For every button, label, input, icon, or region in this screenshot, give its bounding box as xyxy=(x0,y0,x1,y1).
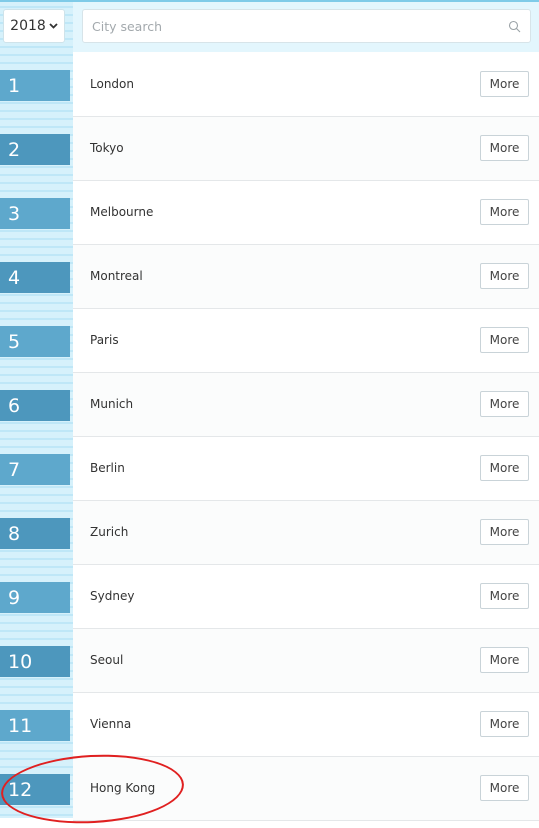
ranking-row: 7 Berlin More xyxy=(0,437,539,501)
ranking-row: 10 Seoul More xyxy=(0,629,539,693)
ranking-row: 3 Melbourne More xyxy=(0,181,539,245)
rank-badge: 6 xyxy=(0,390,70,421)
ranking-row: 5 Paris More xyxy=(0,309,539,373)
city-name: Munich xyxy=(90,397,134,411)
more-button[interactable]: More xyxy=(480,391,529,417)
ranking-row: 8 Zurich More xyxy=(0,501,539,565)
ranking-row-content: London More xyxy=(73,53,539,117)
ranking-row-content: Sydney More xyxy=(73,565,539,629)
rank-badge: 1 xyxy=(0,70,70,101)
rank-badge: 3 xyxy=(0,198,70,229)
ranking-row: 1 London More xyxy=(0,53,539,117)
ranking-row-content: Vienna More xyxy=(73,693,539,757)
city-name: Tokyo xyxy=(90,141,124,155)
year-value: 2018 xyxy=(10,18,46,34)
rank-badge: 5 xyxy=(0,326,70,357)
city-name: Berlin xyxy=(90,461,125,475)
city-search-input[interactable] xyxy=(83,18,492,34)
ranking-row: 11 Vienna More xyxy=(0,693,539,757)
ranking-row-content: Montreal More xyxy=(73,245,539,309)
city-search-box[interactable] xyxy=(82,9,531,43)
ranking-row-content: Paris More xyxy=(73,309,539,373)
year-dropdown[interactable]: 2018 xyxy=(3,9,65,43)
ranking-row-content: Zurich More xyxy=(73,501,539,565)
rank-badge: 10 xyxy=(0,646,70,677)
city-name: Montreal xyxy=(90,269,143,283)
rank-badge: 2 xyxy=(0,134,70,165)
city-name: London xyxy=(90,77,134,91)
rank-badge: 9 xyxy=(0,582,70,613)
rank-badge: 8 xyxy=(0,518,70,549)
city-name: Zurich xyxy=(90,525,129,539)
city-name: Sydney xyxy=(90,589,135,603)
more-button[interactable]: More xyxy=(480,199,529,225)
city-name: Seoul xyxy=(90,653,124,667)
more-button[interactable]: More xyxy=(480,647,529,673)
more-button[interactable]: More xyxy=(480,71,529,97)
more-button[interactable]: More xyxy=(480,327,529,353)
ranking-row-content: Berlin More xyxy=(73,437,539,501)
more-button[interactable]: More xyxy=(480,583,529,609)
rank-badge: 4 xyxy=(0,262,70,293)
ranking-row: 2 Tokyo More xyxy=(0,117,539,181)
more-button[interactable]: More xyxy=(480,263,529,289)
ranking-row: 9 Sydney More xyxy=(0,565,539,629)
rank-badge: 11 xyxy=(0,710,70,741)
ranking-row-content: Tokyo More xyxy=(73,117,539,181)
city-name: Vienna xyxy=(90,717,132,731)
search-icon[interactable] xyxy=(508,20,521,33)
ranking-row-content: Munich More xyxy=(73,373,539,437)
chevron-down-icon xyxy=(49,23,58,29)
rank-badge: 7 xyxy=(0,454,70,485)
ranking-row-content: Melbourne More xyxy=(73,181,539,245)
more-button[interactable]: More xyxy=(480,135,529,161)
more-button[interactable]: More xyxy=(480,455,529,481)
ranking-row-content: Hong Kong More xyxy=(73,757,539,821)
more-button[interactable]: More xyxy=(480,711,529,737)
rank-badge: 12 xyxy=(0,774,70,805)
more-button[interactable]: More xyxy=(480,775,529,801)
ranking-row: 4 Montreal More xyxy=(0,245,539,309)
ranking-row-content: Seoul More xyxy=(73,629,539,693)
city-name: Hong Kong xyxy=(90,781,156,795)
city-name: Paris xyxy=(90,333,119,347)
more-button[interactable]: More xyxy=(480,519,529,545)
city-name: Melbourne xyxy=(90,205,154,219)
ranking-row: 6 Munich More xyxy=(0,373,539,437)
ranking-row: 12 Hong Kong More xyxy=(0,757,539,821)
